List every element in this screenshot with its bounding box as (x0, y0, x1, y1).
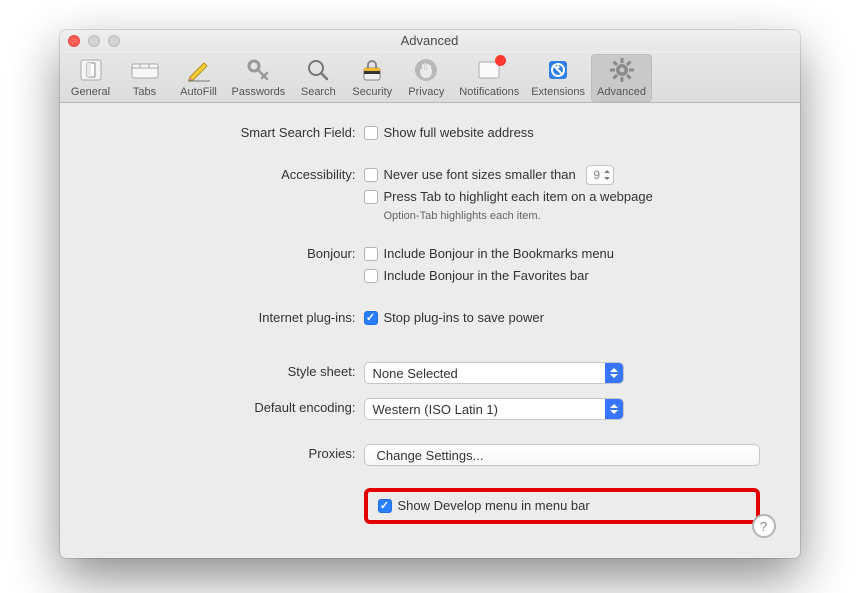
row-bonjour: Bonjour: Include Bonjour in the Bookmark… (100, 244, 760, 286)
tab-search[interactable]: Search (291, 54, 345, 102)
help-button[interactable]: ? (752, 514, 776, 538)
tab-label: Advanced (597, 86, 646, 98)
checkbox-label: Include Bonjour in the Bookmarks menu (384, 244, 615, 264)
label-accessibility: Accessibility: (100, 165, 364, 182)
checkbox-tab-highlight[interactable] (364, 190, 378, 204)
tab-autofill[interactable]: AutoFill (172, 54, 226, 102)
row-encoding: Default encoding: Western (ISO Latin 1) (100, 398, 760, 420)
checkbox-bonjour-bookmarks[interactable] (364, 247, 378, 261)
hand-icon (410, 56, 442, 84)
notifications-icon (473, 56, 505, 84)
select-stylesheet[interactable]: None Selected (364, 362, 624, 384)
label-stylesheet: Style sheet: (100, 362, 364, 379)
checkbox-label: Press Tab to highlight each item on a we… (384, 187, 653, 207)
tab-label: Security (352, 86, 392, 98)
highlight-develop: Show Develop menu in menu bar (364, 488, 760, 524)
label-smart-search: Smart Search Field: (100, 123, 364, 140)
help-icon-label: ? (760, 519, 767, 534)
select-encoding[interactable]: Western (ISO Latin 1) (364, 398, 624, 420)
tab-privacy[interactable]: Privacy (399, 54, 453, 102)
preferences-window: Advanced General Tabs (60, 30, 800, 558)
tab-label: Passwords (232, 86, 286, 98)
tab-label: Tabs (133, 86, 156, 98)
checkbox-label: Show Develop menu in menu bar (398, 496, 590, 516)
button-label: Change Settings... (377, 448, 484, 463)
tab-passwords[interactable]: Passwords (226, 54, 292, 102)
tabs-icon (129, 56, 161, 84)
key-icon (242, 56, 274, 84)
lock-icon (356, 56, 388, 84)
extensions-icon (542, 56, 574, 84)
tab-label: Notifications (459, 86, 519, 98)
hint-option-tab: Option-Tab highlights each item. (364, 210, 760, 222)
select-arrows-icon (605, 399, 623, 419)
checkbox-bonjour-favorites[interactable] (364, 269, 378, 283)
tab-tabs[interactable]: Tabs (118, 54, 172, 102)
select-arrows-icon (605, 363, 623, 383)
checkbox-show-full-address[interactable] (364, 126, 378, 140)
button-change-settings[interactable]: Change Settings... (364, 444, 760, 466)
window-title: Advanced (60, 33, 800, 48)
checkbox-label: Show full website address (384, 123, 534, 143)
label-encoding: Default encoding: (100, 398, 364, 415)
switch-icon (75, 56, 107, 84)
checkbox-label: Include Bonjour in the Favorites bar (384, 266, 589, 286)
min-font-stepper[interactable]: 9 (586, 165, 614, 185)
select-value: Western (ISO Latin 1) (373, 402, 498, 417)
preferences-toolbar: General Tabs AutoFill (60, 52, 800, 103)
row-plugins: Internet plug-ins: Stop plug-ins to save… (100, 308, 760, 328)
content-pane: Smart Search Field: Show full website ad… (60, 103, 800, 558)
tab-advanced[interactable]: Advanced (591, 54, 652, 102)
search-icon (302, 56, 334, 84)
checkbox-label: Never use font sizes smaller than (384, 165, 576, 185)
row-proxies: Proxies: Change Settings... (100, 444, 760, 466)
tab-label: Extensions (531, 86, 585, 98)
row-develop: Show Develop menu in menu bar (100, 488, 760, 524)
tab-label: General (71, 86, 110, 98)
tab-extensions[interactable]: Extensions (525, 54, 591, 102)
tab-label: AutoFill (180, 86, 217, 98)
tab-general[interactable]: General (64, 54, 118, 102)
label-plugins: Internet plug-ins: (100, 308, 364, 325)
row-accessibility: Accessibility: Never use font sizes smal… (100, 165, 760, 222)
checkbox-show-develop-menu[interactable] (378, 499, 392, 513)
checkbox-label: Stop plug-ins to save power (384, 308, 544, 328)
pencil-icon (183, 56, 215, 84)
label-bonjour: Bonjour: (100, 244, 364, 261)
label-proxies: Proxies: (100, 444, 364, 461)
row-smart-search: Smart Search Field: Show full website ad… (100, 123, 760, 143)
checkbox-min-font[interactable] (364, 168, 378, 182)
select-value: None Selected (373, 366, 458, 381)
tab-label: Search (301, 86, 336, 98)
titlebar: Advanced (60, 30, 800, 52)
tab-security[interactable]: Security (345, 54, 399, 102)
tab-notifications[interactable]: Notifications (453, 54, 525, 102)
tab-label: Privacy (408, 86, 444, 98)
row-stylesheet: Style sheet: None Selected (100, 362, 760, 384)
gear-icon (606, 56, 638, 84)
checkbox-stop-plugins[interactable] (364, 311, 378, 325)
